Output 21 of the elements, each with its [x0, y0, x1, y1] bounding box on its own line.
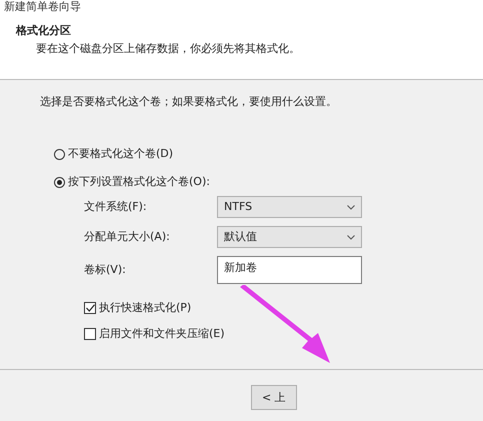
checkbox[interactable] — [84, 328, 96, 340]
page-subtitle: 要在这个磁盘分区上储存数据，你必须先将其格式化。 — [35, 42, 301, 56]
dropdown[interactable]: 默认值 — [217, 226, 362, 248]
checkbox-label[interactable]: 执行快速格式化(P) — [99, 301, 192, 315]
field-label: 卷标(V): — [84, 263, 127, 277]
radio-button[interactable] — [54, 176, 65, 188]
radio-label[interactable]: 不要格式化这个卷(D) — [68, 147, 174, 161]
text-field[interactable]: 新加卷 — [217, 256, 362, 284]
radio-button[interactable] — [54, 148, 65, 160]
window-title: 新建简单卷向导 — [3, 0, 82, 14]
chevron-down-icon — [347, 234, 355, 240]
dropdown[interactable]: NTFS — [217, 196, 362, 218]
page-title: 格式化分区 — [14, 24, 72, 38]
chevron-down-icon — [347, 204, 355, 210]
field-label: 文件系统(F): — [84, 200, 148, 214]
checkbox-label[interactable]: 启用文件和文件夹压缩(E) — [99, 327, 225, 341]
field-label: 分配单元大小(A): — [84, 230, 171, 244]
radio-label[interactable]: 按下列设置格式化这个卷(O): — [68, 175, 210, 189]
back-button[interactable]: < 上 — [251, 385, 297, 410]
instruction-text: 选择是否要格式化这个卷；如果要格式化，要使用什么设置。 — [39, 95, 338, 109]
checkbox[interactable] — [84, 302, 96, 314]
